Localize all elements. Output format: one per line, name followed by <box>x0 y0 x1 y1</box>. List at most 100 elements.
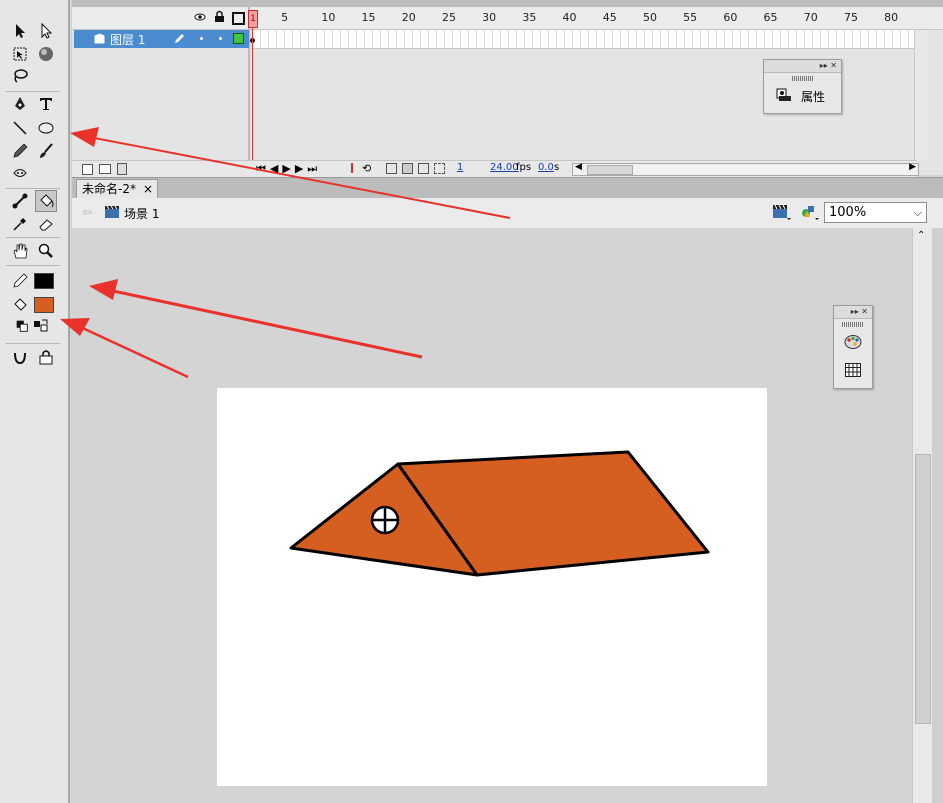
scroll-up-icon[interactable]: ⌃ <box>917 230 925 241</box>
panel-title-bar[interactable]: ▸▸ ✕ <box>834 306 872 319</box>
floating-tools-panel: ▸▸ ✕ <box>833 305 873 389</box>
back-arrow-icon[interactable]: ⇦ <box>82 205 92 219</box>
frames-grid[interactable] <box>252 30 914 49</box>
subselection-icon[interactable] <box>35 20 57 42</box>
timeline-horizontal-scrollbar[interactable]: ◀ ▶ <box>572 162 919 176</box>
default-colors-icon[interactable] <box>14 318 30 334</box>
properties-label[interactable]: 属性 <box>801 88 825 105</box>
paint-bucket-icon[interactable] <box>35 190 57 212</box>
frame-number: 35 <box>522 11 537 24</box>
close-tab-icon[interactable]: × <box>143 180 153 199</box>
properties-panel: ▸▸ ✕ 属性 <box>763 59 842 114</box>
outline-toggle-icon[interactable] <box>232 12 245 25</box>
zoom-select[interactable]: 100% ⌵ <box>824 202 927 223</box>
eyedropper-icon[interactable] <box>9 213 31 235</box>
hand-icon[interactable] <box>9 240 31 262</box>
frame-number: 15 <box>361 11 376 24</box>
frame-number: 70 <box>803 11 818 24</box>
outline-color-square[interactable] <box>233 33 244 44</box>
visible-dot[interactable] <box>200 37 203 40</box>
edit-symbols-icon[interactable] <box>800 203 820 224</box>
document-tab-bar: 未命名-2* × <box>72 177 943 198</box>
edit-bar: ⇦ 场景 1 100% ⌵ <box>72 198 943 229</box>
swatches-grid-icon[interactable] <box>845 363 861 380</box>
pen-icon[interactable] <box>9 93 31 115</box>
timeline-header: 5 10 15 20 25 30 35 40 45 50 55 60 65 70 75 80 <box>72 7 943 30</box>
document-tab-label: 未命名-2* <box>82 182 136 196</box>
lock-dot[interactable] <box>219 37 222 40</box>
frame-number: 80 <box>884 11 899 24</box>
frame-number: 65 <box>763 11 778 24</box>
drawing <box>289 450 710 577</box>
time-value[interactable]: 0.0 <box>538 162 554 173</box>
scrollbar-thumb[interactable] <box>915 454 931 724</box>
frame-number: 10 <box>321 11 336 24</box>
panel-tab-strip <box>72 0 943 7</box>
frame-number: 60 <box>723 11 738 24</box>
frame-number: 40 <box>562 11 577 24</box>
lock-icon[interactable] <box>35 346 57 368</box>
zoom-value: 100% <box>829 205 867 220</box>
layer-name[interactable]: 图层 1 <box>110 31 145 48</box>
deco-icon[interactable] <box>9 162 31 184</box>
stroke-color-swatch[interactable] <box>34 273 54 289</box>
tools-panel <box>0 0 70 803</box>
loop-icon[interactable]: ⟲ <box>362 162 371 175</box>
bone-icon[interactable] <box>9 190 31 212</box>
timeline-vertical-scrollbar[interactable] <box>914 30 928 160</box>
brush-icon[interactable] <box>35 140 57 162</box>
timeline-footer: ⏮◀▶▶⏭ ⟲ 1 24.00 fps 0.0 s ◀ ▶ <box>72 160 919 177</box>
new-folder-icon[interactable] <box>99 164 111 174</box>
current-frame[interactable]: 1 <box>457 162 463 173</box>
layer-icon <box>94 33 105 47</box>
pencil-edit-icon <box>174 32 186 47</box>
frame-number: 30 <box>482 11 497 24</box>
properties-icon[interactable] <box>776 87 792 106</box>
modify-markers-icon[interactable] <box>434 163 445 174</box>
free-transform-icon[interactable] <box>9 43 31 65</box>
scene-label[interactable]: 场景 1 <box>124 205 159 222</box>
layer-row[interactable]: 图层 1 <box>74 30 249 48</box>
fps-value[interactable]: 24.00 <box>490 162 519 173</box>
playback-controls[interactable]: ⏮◀▶▶⏭ <box>256 162 321 176</box>
onion-outline-icon[interactable] <box>402 163 413 174</box>
lock-layer-icon[interactable] <box>214 10 225 26</box>
round-window[interactable] <box>370 505 400 535</box>
frame-number: 5 <box>281 11 289 24</box>
frame-number: 75 <box>843 11 858 24</box>
eraser-icon[interactable] <box>35 213 57 235</box>
center-frame-icon[interactable] <box>351 163 353 173</box>
playhead[interactable]: 1 <box>248 10 258 28</box>
stroke-color-icon[interactable] <box>9 270 31 292</box>
pencil-icon[interactable] <box>9 140 31 162</box>
oval-icon[interactable] <box>35 117 57 139</box>
lasso-icon[interactable] <box>9 65 31 87</box>
zoom-icon[interactable] <box>35 240 57 262</box>
eye-icon[interactable] <box>194 11 206 26</box>
edit-scene-icon[interactable] <box>772 203 792 224</box>
fps-unit: fps <box>516 162 532 173</box>
delete-layer-icon[interactable] <box>117 163 127 175</box>
onion-skin-icon[interactable] <box>386 163 397 174</box>
swap-colors-icon[interactable] <box>32 318 50 334</box>
edit-multiple-frames-icon[interactable] <box>418 163 429 174</box>
new-layer-icon[interactable] <box>82 164 93 175</box>
scrollbar-thumb[interactable] <box>587 165 633 175</box>
text-icon[interactable] <box>35 93 57 115</box>
snap-icon[interactable] <box>9 346 31 368</box>
fill-color-icon[interactable] <box>9 294 31 316</box>
panel-title-bar[interactable]: ▸▸ ✕ <box>764 60 841 73</box>
document-tab[interactable]: 未命名-2* × <box>76 179 158 198</box>
frame-number: 55 <box>683 11 698 24</box>
fill-color-swatch[interactable] <box>34 297 54 313</box>
color-palette-icon[interactable] <box>844 334 862 353</box>
frame-number: 20 <box>401 11 416 24</box>
frame-number: 45 <box>602 11 617 24</box>
stage-vertical-scrollbar[interactable]: ⌃ <box>912 228 932 803</box>
selection-arrow-icon[interactable] <box>9 20 31 42</box>
line-icon[interactable] <box>9 117 31 139</box>
chevron-down-icon[interactable]: ⌵ <box>914 203 922 222</box>
scene-icon <box>104 205 120 222</box>
3d-rotation-icon[interactable] <box>35 43 57 65</box>
frame-number: 25 <box>441 11 456 24</box>
